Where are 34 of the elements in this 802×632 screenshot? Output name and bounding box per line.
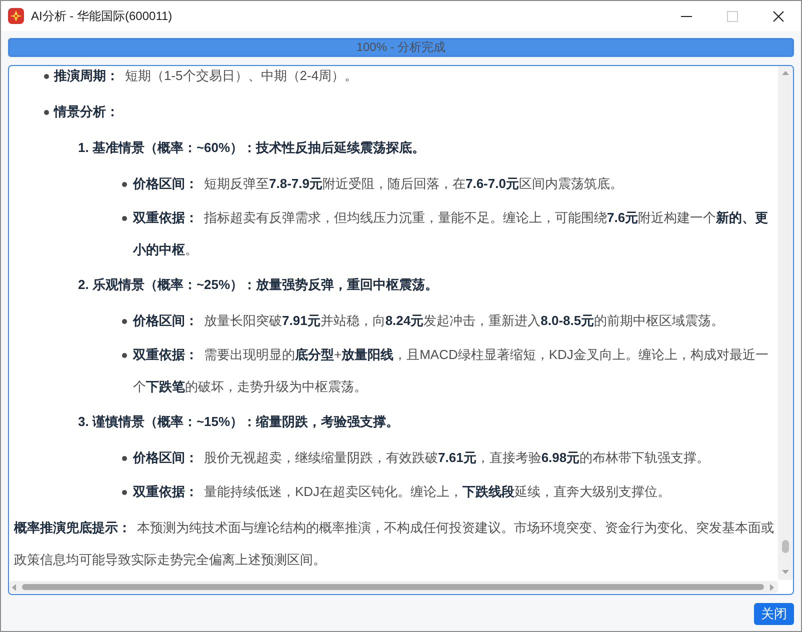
bullet-point-text: 双重依据： 量能持续低迷，KDJ在超卖区钝化。缠论上，下跌线段延续，直奔大级别支撑位。	[133, 483, 671, 501]
bullet-point-text: 价格区间： 股价无视超卖，继续缩量阴跌，有效跌破7.61元，直接考验6.98元的布林带下轨强支撑。	[133, 449, 710, 467]
scrollbar-thumb[interactable]	[782, 540, 789, 553]
bullet-icon	[122, 456, 127, 461]
bullet-point-text: 价格区间： 短期反弹至7.8-7.9元附近受阻，随后回落，在7.6-7.0元区间内震荡筑底。	[133, 175, 623, 193]
bullet-icon	[44, 110, 49, 115]
progress-label: 100% - 分析完成	[356, 40, 446, 55]
maximize-icon	[726, 10, 738, 22]
disclaimer-text: 概率推演兜底提示： 本预测为纯技术面与缠论结构的概率推演，不构成任何投资建议。市场环境突变、资金行为变化、突发基本面或政策信息均可能导致实际走势完全偏离上述预测区间。	[14, 519, 775, 569]
scrollbar-thumb[interactable]	[22, 584, 764, 590]
scenario-heading: 1. 基准情景（概率：~60%）：技术性反抽后延续震荡探底。	[78, 139, 426, 157]
bullet-point-text: 价格区间： 放量长阳突破7.91元并站稳，向8.24元发起冲击，重新进入8.0-8.5元的前期中枢区域震荡。	[133, 312, 724, 330]
scroll-down-arrow-icon[interactable]	[782, 570, 789, 574]
bullet-point-text: 双重依据： 需要出现明显的底分型+放量阳线，且MACD绿柱显著缩短，KDJ金叉向上。缠论上，构成对最近一个下跌笔的破坏，走势升级为中枢震荡。	[133, 346, 770, 396]
bullet-icon	[122, 216, 127, 221]
horizontal-scrollbar[interactable]	[9, 581, 778, 593]
scenario-heading: 2. 乐观情景（概率：~25%）：放量强势反弹，重回中枢震荡。	[78, 276, 440, 294]
bullet-point-text: 双重依据： 指标超卖有反弹需求，但均线压力沉重，量能不足。缠论上，可能围绕7.6元附近构建一个新的、更小的中枢。	[133, 209, 770, 259]
bullet-icon	[122, 319, 127, 324]
list-item-text: 情景分析：	[54, 103, 120, 121]
bullet-icon	[122, 490, 127, 495]
scroll-up-arrow-icon[interactable]	[782, 71, 789, 75]
bullet-icon	[44, 74, 49, 79]
bullet-icon	[122, 353, 127, 358]
vertical-scrollbar[interactable]	[778, 66, 793, 580]
window-title: AI分析 - 华能国际(600011)	[31, 8, 172, 25]
list-item-text: 推演周期： 短期（1-5个交易日）、中期（2-4周）。	[54, 67, 358, 85]
scroll-left-arrow-icon[interactable]	[12, 584, 16, 590]
bullet-icon	[122, 182, 127, 187]
close-button[interactable]: 关闭	[754, 603, 794, 625]
close-icon	[772, 10, 784, 22]
scroll-right-arrow-icon[interactable]	[770, 584, 774, 590]
scenario-heading: 3. 谨慎情景（概率：~15%）：缩量阴跌，考验强支撑。	[78, 413, 400, 431]
app-logo-icon	[8, 8, 24, 24]
